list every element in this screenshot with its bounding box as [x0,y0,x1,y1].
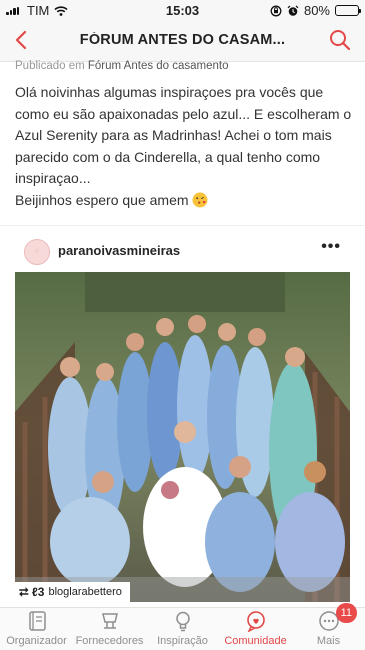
instagram-embed: ♡ paranoivasmineiras ••• ⮂ ℓ3 bloglarabe… [0,225,365,605]
avatar[interactable]: ♡ [24,239,50,265]
post-signoff: Beijinhos espero que amem [15,191,189,208]
published-line: Publicado em Fórum Antes do casamento [15,60,229,72]
tab-organizador[interactable]: Organizador [0,608,73,650]
tab-fornecedores[interactable]: Fornecedores [73,608,146,650]
tab-label: Comunidade [224,635,287,647]
status-right: 80% [270,3,361,18]
alarm-icon [287,5,299,16]
status-bar: TIM 15:03 80% [0,0,365,20]
rotation-lock-icon [270,5,282,16]
battery-icon [335,5,361,16]
tab-label: Inspiração [157,635,208,647]
tab-inspiracao[interactable]: Inspiração [146,608,219,650]
vendors-icon [101,613,118,629]
repost-icon: ⮂ ℓ3 [19,584,45,599]
instagram-username[interactable]: paranoivasmineiras [58,243,180,258]
lightbulb-icon [175,611,190,632]
tab-mais[interactable]: Mais 11 [292,603,365,650]
post-paragraph-closing: Beijinhos espero que amem [15,190,360,212]
published-prefix: Publicado em [15,60,85,72]
photo-credit[interactable]: ⮂ ℓ3 bloglarabettero [15,582,130,602]
tab-label: Organizador [6,635,67,647]
search-icon[interactable] [329,29,351,51]
tab-label: Mais [316,635,341,647]
more-dots-icon[interactable]: ••• [321,238,341,256]
nav-header: FÓRUM ANTES DO CASAM... [0,20,365,62]
forum-link[interactable]: Fórum Antes do casamento [88,60,229,72]
notebook-icon [28,611,46,631]
post-body: Olá noivinhas algumas inspiraçoes pra vo… [15,82,360,211]
kiss-face-emoji-icon [192,192,208,207]
bottom-tab-bar: Organizador Fornecedores Inspiração Comu… [0,603,365,650]
back-button[interactable] [10,28,34,52]
post-paragraph: Olá noivinhas algumas inspiraçoes pra vo… [15,84,352,186]
bridesmaids-photo[interactable]: ⮂ ℓ3 bloglarabettero [15,272,350,602]
community-chat-icon [246,611,265,632]
tab-comunidade[interactable]: Comunidade [219,608,292,650]
photo-illustration [15,272,350,602]
tab-label: Fornecedores [75,635,144,647]
battery-percent: 80% [303,3,330,18]
notification-badge: 11 [335,603,357,623]
page-title: FÓRUM ANTES DO CASAM... [79,32,286,48]
credit-handle: bloglarabettero [48,586,122,598]
